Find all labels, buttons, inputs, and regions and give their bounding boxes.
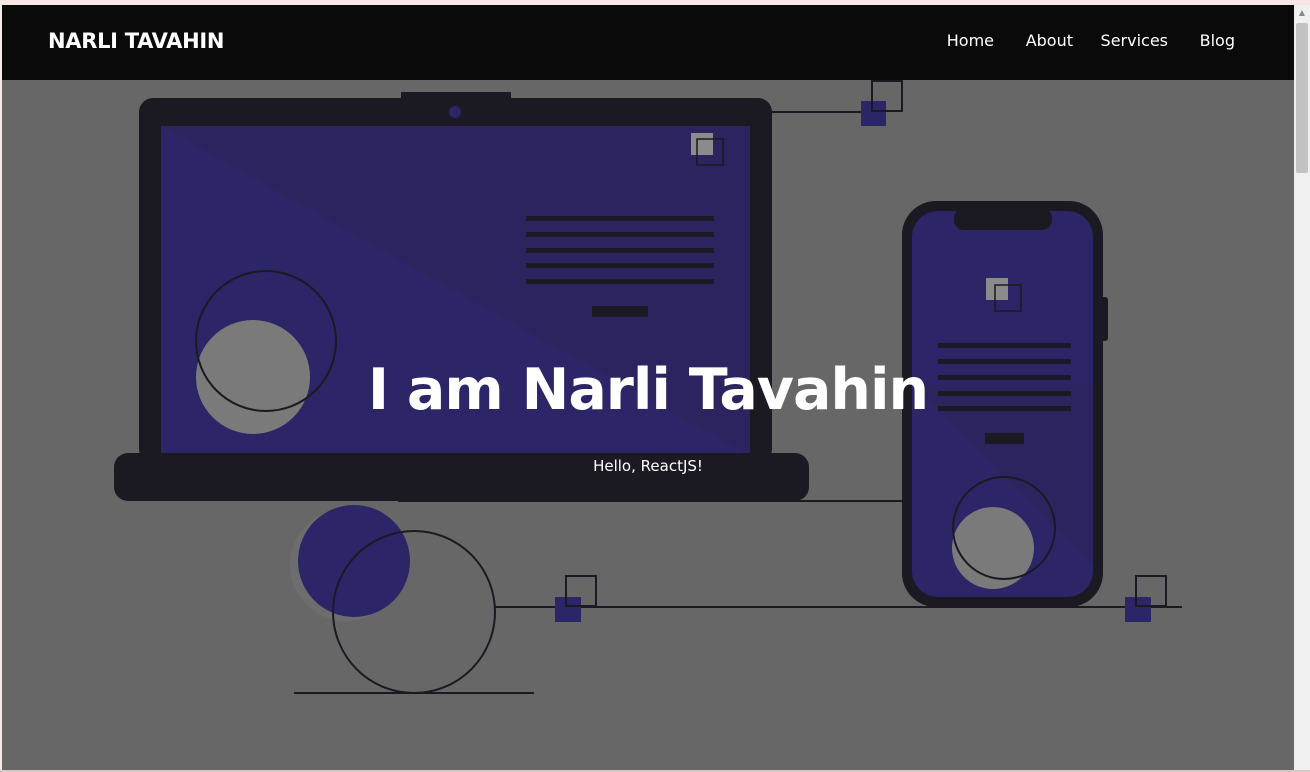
brand-logo[interactable]: NARLI TAVAHIN (48, 29, 224, 53)
scroll-up-arrow-icon[interactable]: ▲ (1294, 5, 1310, 21)
vertical-scrollbar[interactable]: ▲ (1294, 5, 1310, 770)
hero-title: I am Narli Tavahin (367, 357, 929, 423)
laptop-illustration (114, 92, 809, 501)
nav-link-blog[interactable]: Blog (1200, 31, 1235, 50)
nav-link-services[interactable]: Services (1101, 31, 1168, 50)
page-viewport: NARLI TAVAHIN Home About Services Blog I… (2, 5, 1294, 770)
hero-subtitle: Hello, ReactJS! (593, 457, 703, 475)
navbar: NARLI TAVAHIN Home About Services Blog (2, 5, 1294, 80)
nav-link-home[interactable]: Home (947, 31, 994, 50)
square-accent (861, 101, 886, 126)
scrollbar-thumb[interactable] (1296, 23, 1308, 173)
nav-link-about[interactable]: About (1026, 31, 1073, 50)
